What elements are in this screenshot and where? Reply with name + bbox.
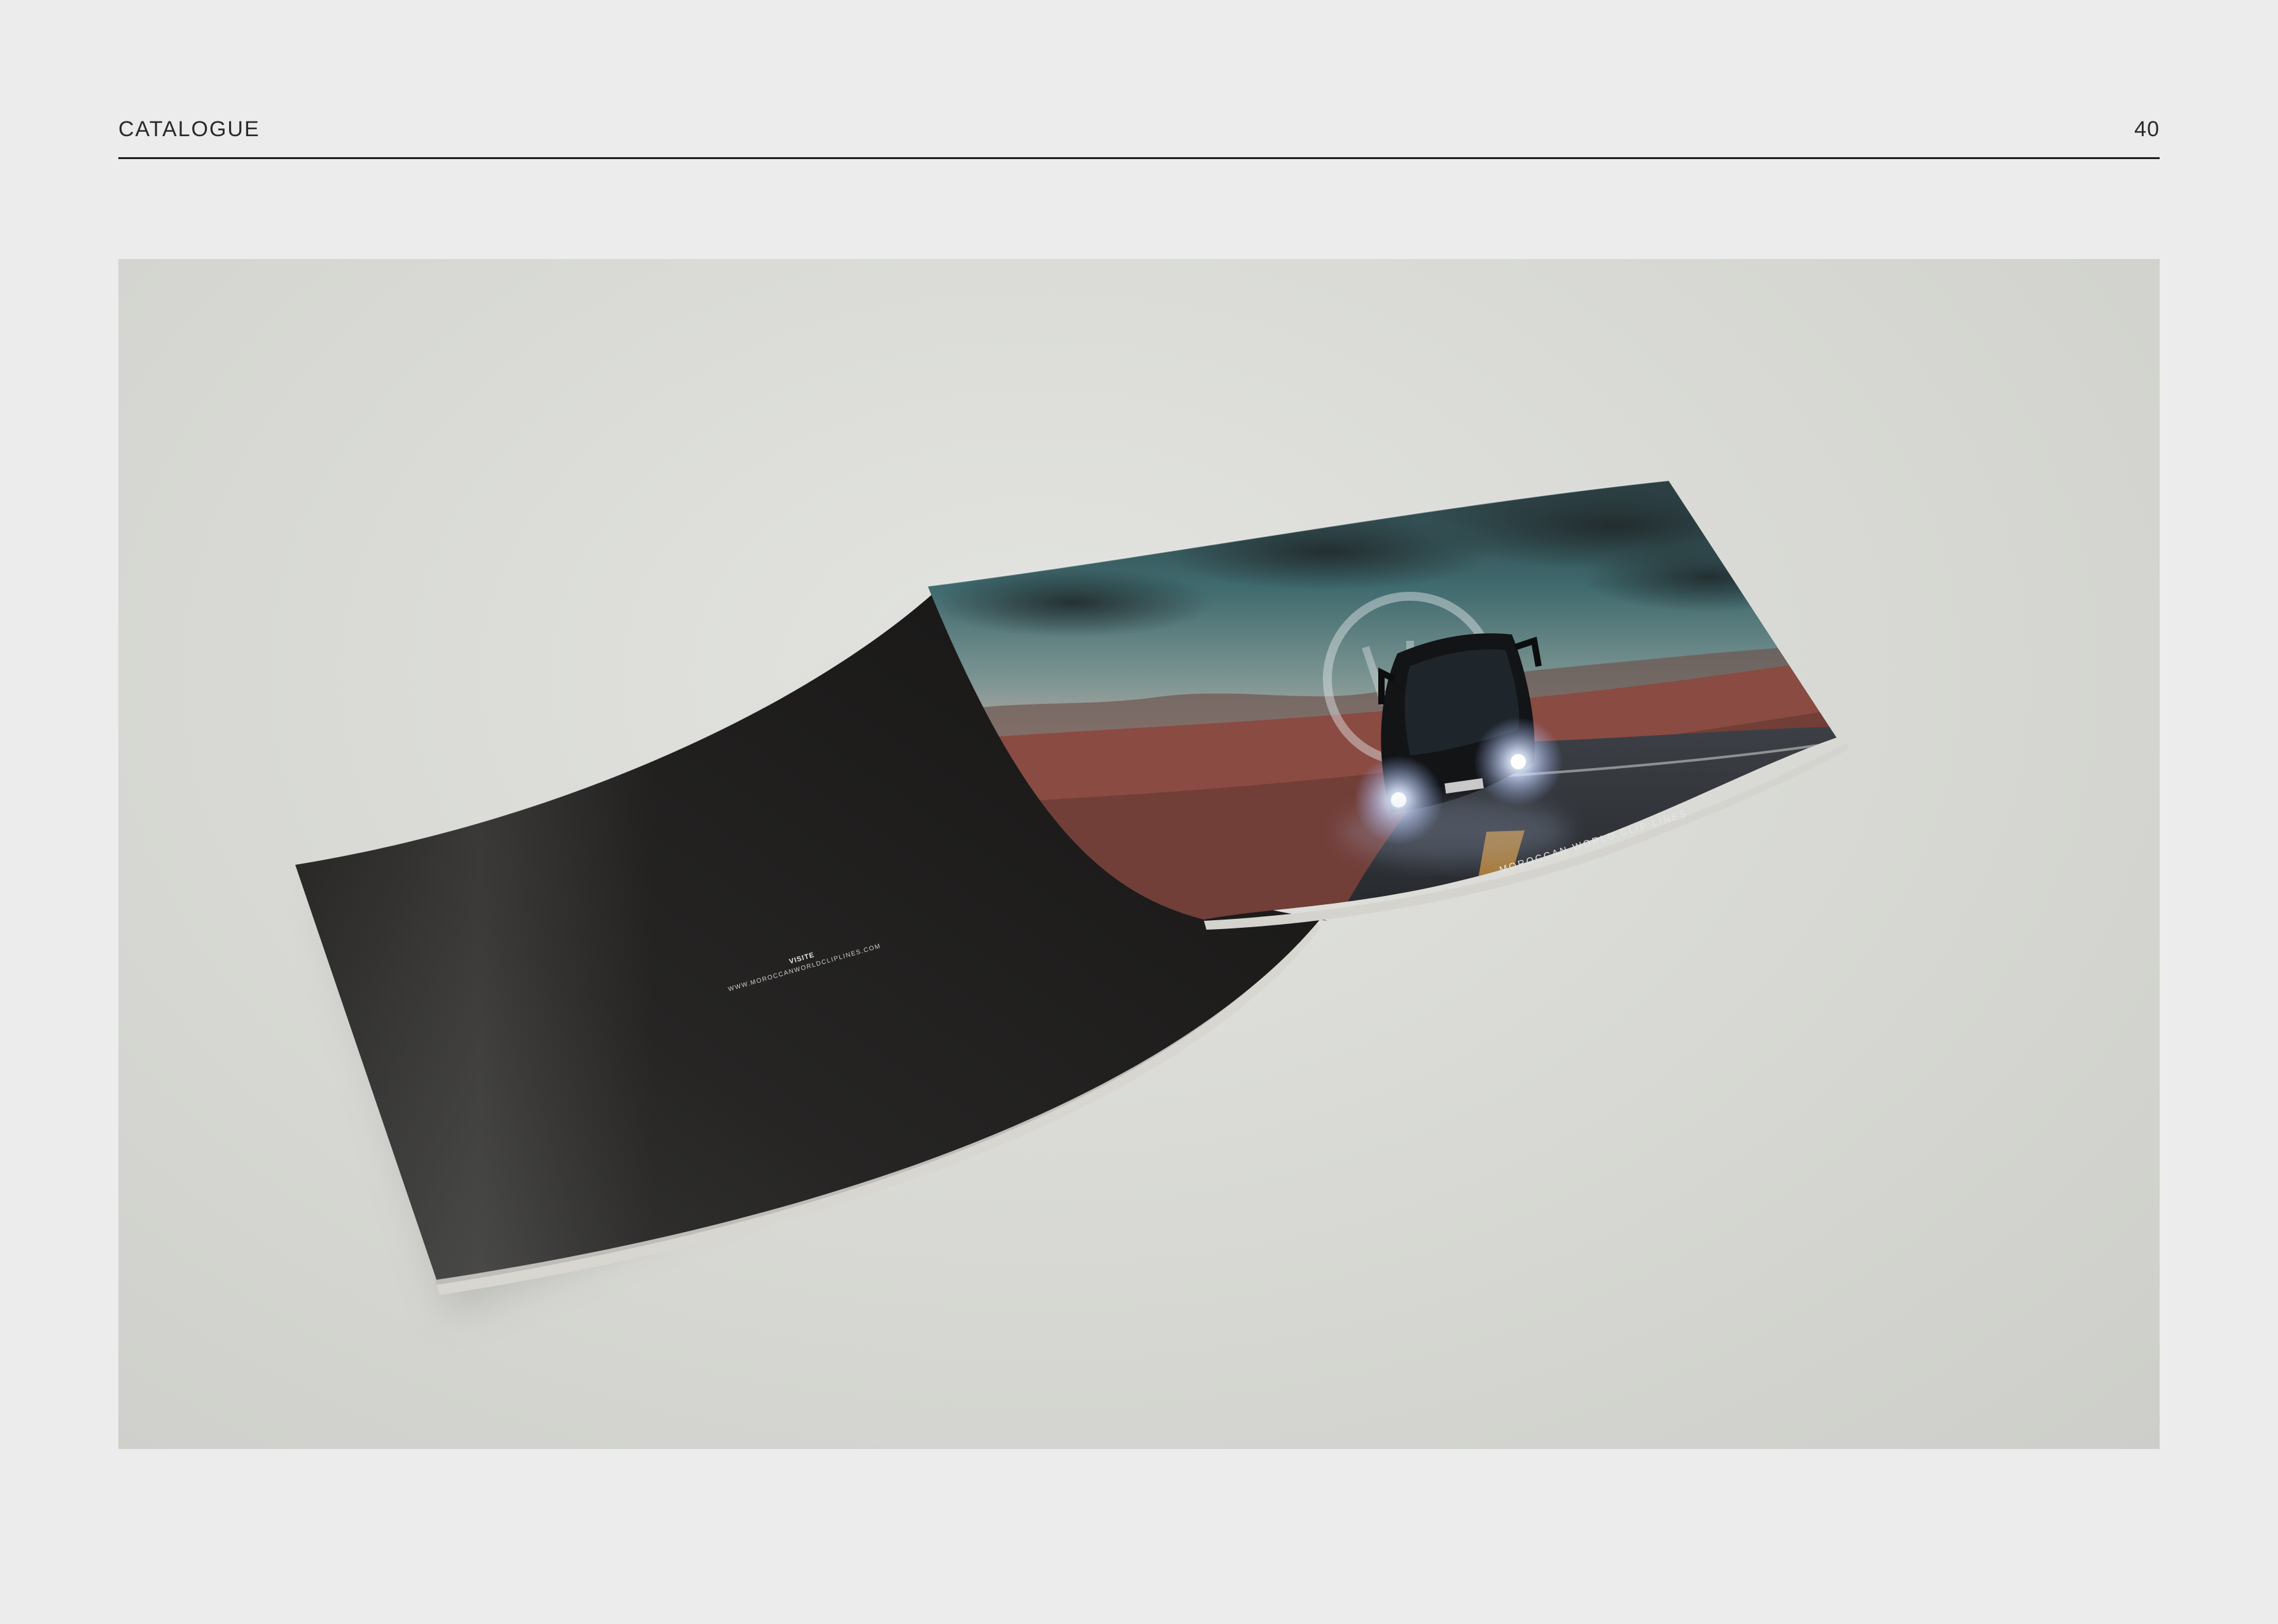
brochure-mockup-image: VISITE WWW.MOROCCANWORLDCLIPLINES.COM MO… (118, 259, 2160, 1449)
brochure-mockup-illustration: VISITE WWW.MOROCCANWORLDCLIPLINES.COM MO… (295, 480, 1849, 1315)
header-divider (118, 157, 2160, 159)
page-header: CATALOGUE 40 (118, 113, 2160, 158)
section-title: CATALOGUE (118, 117, 260, 141)
catalogue-page: CATALOGUE 40 VISITE WWW.MOROCCANWORLDCLI… (0, 0, 2278, 1624)
page-number: 40 (2134, 117, 2160, 141)
